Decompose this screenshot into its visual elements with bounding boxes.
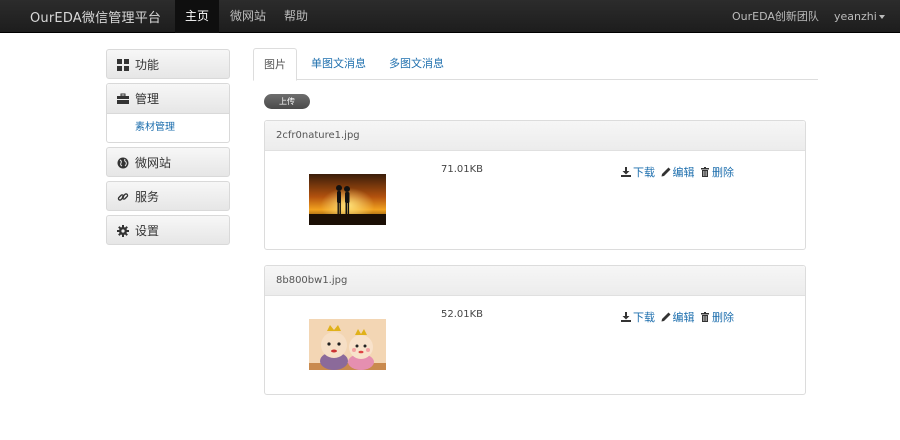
file-size: 52.01KB [441, 309, 484, 320]
edit-link[interactable]: 编辑 [661, 164, 695, 180]
download-link[interactable]: 下载 [621, 309, 655, 325]
file-actions: 下载 编辑 删除 [621, 309, 736, 325]
file-thumbnail [309, 319, 386, 370]
link-icon [117, 192, 129, 201]
sidebar-item-manage[interactable]: 管理 [107, 84, 229, 114]
download-icon [621, 312, 631, 322]
file-name: 2cfr0nature1.jpg [265, 121, 805, 151]
delete-label: 删除 [712, 166, 734, 179]
edit-label: 编辑 [672, 311, 695, 324]
grid-icon [117, 58, 129, 71]
file-panel: 2cfr0nature1.jpg 71.01KB 下载 编辑 删除 [264, 120, 806, 250]
edit-label: 编辑 [672, 166, 695, 179]
brand-title[interactable]: OurEDA微信管理平台 [30, 7, 161, 26]
trash-icon [701, 312, 709, 322]
material-tabs: 图片 单图文消息 多图文消息 [253, 48, 818, 81]
delete-link[interactable]: 删除 [700, 309, 734, 325]
sidebar-group-manage: 管理 素材管理 [106, 83, 230, 143]
tab-multi-news[interactable]: 多图文消息 [379, 48, 454, 80]
tab-images[interactable]: 图片 [253, 48, 297, 81]
download-label: 下载 [633, 311, 655, 324]
file-actions: 下载 编辑 删除 [621, 164, 736, 180]
file-panel: 8b800bw1.jpg 52.01KB 下载 编辑 删除 [264, 265, 806, 395]
sidebar: 功能 管理 素材管理 微网站 服务 设置 [106, 49, 230, 249]
trash-icon [701, 167, 709, 177]
globe-icon [117, 157, 129, 168]
sidebar-item-label: 设置 [135, 224, 160, 238]
sidebar-item-label: 微网站 [135, 156, 172, 170]
nav-home[interactable]: 主页 [175, 0, 220, 33]
sunset-image [309, 174, 386, 225]
briefcase-icon [117, 93, 129, 104]
nav-help[interactable]: 帮助 [274, 0, 318, 33]
file-size: 71.01KB [441, 164, 484, 175]
tab-single-news[interactable]: 单图文消息 [301, 48, 376, 80]
gear-icon [117, 224, 129, 237]
top-navbar: OurEDA微信管理平台 主页 微网站 帮助 OurEDA创新团队 yeanzh… [0, 0, 900, 33]
sidebar-item-features[interactable]: 功能 [106, 49, 230, 79]
dolls-image [309, 319, 386, 370]
delete-label: 删除 [712, 311, 734, 324]
nav-team-link[interactable]: OurEDA创新团队 [732, 0, 819, 33]
download-icon [621, 167, 631, 177]
sidebar-item-settings[interactable]: 设置 [106, 215, 230, 245]
file-thumbnail [309, 174, 386, 225]
sidebar-item-service[interactable]: 服务 [106, 181, 230, 211]
sidebar-item-label: 管理 [135, 92, 160, 106]
pencil-icon [661, 167, 670, 177]
sidebar-item-label: 服务 [135, 190, 160, 204]
edit-link[interactable]: 编辑 [661, 309, 695, 325]
upload-button[interactable]: 上传 [264, 94, 310, 109]
nav-microsite[interactable]: 微网站 [220, 0, 276, 33]
delete-link[interactable]: 删除 [700, 164, 734, 180]
user-name: yeanzhi [834, 10, 877, 23]
user-menu[interactable]: yeanzhi [834, 0, 885, 33]
caret-down-icon [878, 15, 885, 19]
download-link[interactable]: 下载 [621, 164, 655, 180]
sidebar-subitem-materials[interactable]: 素材管理 [107, 114, 229, 142]
download-label: 下载 [633, 166, 655, 179]
pencil-icon [661, 312, 670, 322]
sidebar-item-microsite[interactable]: 微网站 [106, 147, 230, 177]
sidebar-item-label: 功能 [135, 58, 160, 72]
file-name: 8b800bw1.jpg [265, 266, 805, 296]
